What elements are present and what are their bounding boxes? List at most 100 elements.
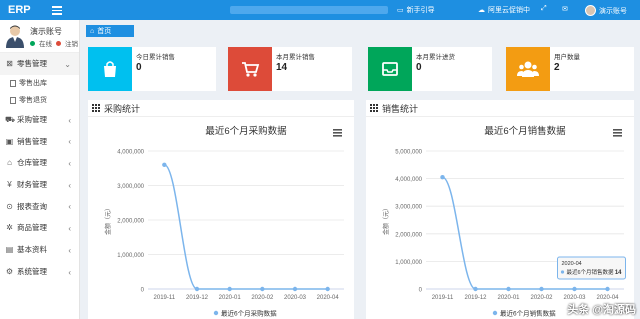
truck-icon: ⛟: [5, 115, 16, 125]
data-point: [572, 286, 577, 292]
cloud-icon: ☁: [478, 7, 485, 14]
y-axis-label: 金额（元）: [104, 205, 112, 235]
user-panel: 演示账号 在线 注销: [0, 20, 79, 53]
cart-icon: ⊠: [6, 59, 13, 69]
y-tick-label: 4,000,000: [117, 150, 144, 156]
data-point: [440, 175, 445, 180]
chevron-left-icon: ‹: [68, 267, 71, 277]
logout-dot-icon: [56, 40, 61, 46]
stat-month-purchase: 本月累计进货 0: [368, 47, 492, 91]
y-tick-label: 3,000,000: [395, 205, 422, 211]
data-point: [325, 286, 330, 292]
sidebar-item-retail[interactable]: ⊠ 零售管理 ⌄: [0, 53, 79, 75]
y-tick-label: 3,000,000: [117, 184, 144, 190]
data-point: [260, 286, 265, 292]
stat-month-sales: 本月累计销售 14: [228, 47, 352, 91]
cart-icon: [228, 47, 272, 91]
purchase-panel: 采购统计 最近6个月采购数据 0 1,000,000 2,000,000 3,000,0…: [88, 100, 354, 319]
users-icon: [506, 47, 550, 91]
watermark: 头条 @淘源码: [567, 304, 636, 316]
chart-menu-icon[interactable]: [613, 129, 622, 137]
money-icon: ¥: [7, 180, 12, 190]
sidebar-item-warehouse[interactable]: ⌂ 仓库管理 ‹: [0, 152, 79, 174]
home-icon: ⌂: [7, 158, 12, 168]
home-icon: ⌂: [90, 27, 95, 35]
tooltip-x: 2020-04: [562, 261, 582, 267]
breadcrumb-home-tab[interactable]: ⌂ 首页: [86, 25, 134, 37]
mail-icon[interactable]: ✉: [562, 5, 568, 13]
sidebar-item-finance[interactable]: ¥ 财务管理 ‹: [0, 174, 79, 196]
doc-icon: [10, 96, 16, 104]
user-status: 在线 注销: [30, 38, 78, 48]
tooltip-value: 14: [615, 270, 622, 276]
x-tick-label: 2020-01: [497, 295, 520, 301]
data-point: [227, 286, 232, 292]
tooltip-marker: [560, 270, 565, 274]
stat-user-count: 用户数量 2: [506, 47, 634, 91]
sidebar-toggle-icon[interactable]: [52, 4, 62, 15]
sidebar-subitem-retail-return[interactable]: 零售退货: [0, 92, 79, 109]
y-tick-label: 2,000,000: [395, 232, 422, 238]
bag-icon: [88, 47, 132, 91]
top-bar: ERP ▭ 新手引导 ☁ 阿里云促销中 ⤢ ✉ 演示账号: [0, 0, 640, 20]
y-tick-label: 4,000,000: [395, 177, 422, 183]
chevron-left-icon: ‹: [68, 180, 71, 190]
guide-link[interactable]: ▭ 新手引导: [397, 5, 435, 15]
sidebar-item-system[interactable]: ⚙ 系统管理 ‹: [0, 261, 79, 283]
y-tick-label: 1,000,000: [117, 253, 144, 259]
sidebar-item-basic[interactable]: ▤ 基本资料 ‹: [0, 239, 79, 261]
cloud-promo-link[interactable]: ☁ 阿里云促销中: [478, 5, 530, 15]
fullscreen-icon[interactable]: ⤢: [541, 5, 547, 13]
y-tick-label: 5,000,000: [395, 150, 422, 156]
data-point: [473, 286, 478, 292]
grid-icon: [92, 104, 100, 112]
y-axis-label: 金额（元）: [382, 205, 390, 235]
online-dot-icon: [30, 40, 35, 46]
x-tick-label: 2020-02: [530, 295, 553, 301]
data-point: [194, 286, 200, 292]
data-point: [292, 286, 298, 292]
chart-menu-icon[interactable]: [333, 129, 342, 137]
x-tick-label: 2019-11: [432, 295, 454, 301]
avatar: [585, 5, 596, 16]
x-tick-label: 2020-03: [284, 295, 307, 301]
user-avatar-icon: [6, 25, 24, 48]
chevron-left-icon: ‹: [68, 245, 71, 255]
chevron-down-icon: ⌄: [64, 60, 71, 69]
legend-label: 最近6个月销售数据: [500, 309, 556, 318]
sidebar-subitem-retail-out[interactable]: 零售出库: [0, 75, 79, 92]
data-point: [162, 162, 167, 167]
user-menu[interactable]: 演示账号: [585, 5, 627, 16]
chart-title: 最近6个月销售数据: [484, 125, 566, 137]
sales-panel: 销售统计 最近6个月销售数据 0 1,000,000 2,000,000 3,000,0…: [366, 100, 634, 319]
sidebar-item-reports[interactable]: ⊙ 报表查询 ‹: [0, 195, 79, 217]
chart-title: 最近6个月采购数据: [205, 125, 287, 137]
sidebar: 演示账号 在线 注销 ⊠ 零售管理 ⌄ 零售出库 零售退货 ⛟ 采购管理 ‹ ▣…: [0, 20, 80, 319]
data-point: [605, 286, 610, 292]
sidebar-item-purchase[interactable]: ⛟ 采购管理 ‹: [0, 109, 79, 131]
tooltip-series: 最近6个月销售数据: [567, 268, 615, 276]
sales-chart: 最近6个月销售数据 0 1,000,000 2,000,000 3,000,000 4,0…: [382, 125, 626, 318]
inbox-icon: [368, 47, 412, 91]
sales-panel-heading: 销售统计: [366, 100, 634, 117]
x-tick-label: 2019-12: [464, 295, 487, 301]
series-line: [163, 164, 328, 290]
x-tick-label: 2020-01: [219, 295, 242, 301]
data-point: [506, 286, 511, 292]
x-tick-label: 2019-12: [186, 295, 209, 301]
y-tick-label: 1,000,000: [395, 260, 422, 266]
logout-link[interactable]: 注销: [65, 38, 78, 48]
cog-icon: ⚙: [5, 266, 14, 276]
legend-marker: [492, 310, 498, 316]
chevron-left-icon: ‹: [68, 224, 71, 234]
blurred-marquee: [230, 6, 388, 14]
data-point: [539, 286, 544, 292]
x-tick-label: 2020-04: [317, 295, 340, 301]
sidebar-item-products[interactable]: ✲ 商品管理 ‹: [0, 217, 79, 239]
sidebar-item-sales[interactable]: ▣ 销售管理 ‹: [0, 130, 79, 152]
chevron-left-icon: ‹: [68, 159, 71, 169]
chevron-left-icon: ‹: [68, 202, 71, 212]
chevron-left-icon: ‹: [68, 115, 71, 125]
purchase-chart: 最近6个月采购数据 0 1,000,000 2,000,000 3,000,000 4,0…: [104, 125, 344, 318]
main-content: ⌂ 首页 今日累计销售 0 本月累计销售 14 本月累计进货 0 用户数量 2: [82, 20, 640, 319]
